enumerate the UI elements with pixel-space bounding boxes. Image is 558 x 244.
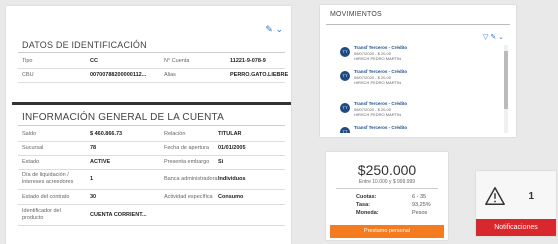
field-value: 01/01/2005 [218, 145, 246, 151]
movements-title: MOVIMIENTOS [330, 11, 382, 18]
field-value: Si [218, 159, 224, 165]
filter-edit-icon[interactable]: ▽ ✎ ⌄ [483, 33, 504, 41]
field-label: Identificador del producto [22, 208, 61, 221]
notification-count: 1 [528, 191, 534, 202]
account-info-title: INFORMACIÓN GENERAL DE LA CUENTA [22, 112, 224, 123]
movement-item[interactable]: TT Transf Terceros - Crédito 08/07/2020 … [340, 101, 490, 125]
field-value: TITULAR [218, 131, 242, 137]
account-row: Identificador del producto CUENTA CORRIE… [18, 205, 285, 226]
field-value: 1 [90, 176, 94, 182]
movement-item[interactable]: TT Transf Terceros - Crédito 08/07/2020 … [340, 69, 490, 93]
field-value: CUENTA CORRIENT... [90, 212, 147, 218]
divider [326, 24, 510, 25]
personal-loan-button[interactable]: Prestamo personal [330, 225, 444, 238]
account-row: Saldo $ 460.866.73 Relación TITULAR [18, 127, 285, 142]
field-label: Banca administradora [164, 176, 218, 182]
section-divider [12, 102, 291, 105]
field-value: Individuos [218, 176, 246, 182]
field-label: Sucursal [22, 145, 44, 151]
avatar: TT [340, 127, 350, 133]
ident-row: Tipo CC N° Cuenta 11221-9-078-9 [18, 54, 285, 69]
field-label: Alias [164, 72, 176, 78]
account-row: Estado del contrato 30 Actividad específ… [18, 190, 285, 205]
field-value: 11221-9-078-9 [230, 58, 266, 64]
movement-title: Transf Terceros - Crédito [354, 125, 408, 130]
field-label: Actividad específica [164, 194, 213, 200]
field-label: Relación [164, 131, 186, 137]
ident-row: CBU 00700788200000112... Alias PERRO.GAT… [18, 68, 289, 83]
loan-detail-value: 93,25% [412, 202, 431, 208]
field-value: CC [90, 58, 98, 64]
movement-name: HIRSCH PEDRO MARTIN [354, 80, 402, 85]
edit-tools-icon[interactable]: ✎ ⌄ [265, 24, 283, 35]
loan-detail-value: 6 - 35 [412, 194, 427, 200]
loan-offer-card: $250.000 Entre 10.000 y $ 999.999 Cuotas… [326, 152, 448, 240]
scrollbar-thumb[interactable] [504, 51, 508, 109]
identification-title: DATOS DE IDENTIFICACIÓN [22, 40, 147, 50]
field-value: 78 [90, 145, 97, 151]
field-value: 30 [90, 194, 97, 200]
notifications-button[interactable]: Notificaciones [476, 219, 556, 236]
avatar: TT [340, 71, 350, 81]
loan-range: Entre 10.000 y $ 999.999 [358, 179, 416, 185]
field-label: Tipo [22, 58, 33, 64]
field-label: Estado del contrato [22, 194, 70, 200]
loan-detail-label: Cuotas: [356, 194, 377, 200]
divider [18, 125, 285, 126]
movement-title: Transf Terceros - Crédito [354, 69, 408, 74]
field-label: Estado [22, 159, 40, 165]
loan-detail-value: Pesos [412, 210, 428, 216]
field-value: Consumo [218, 194, 244, 200]
scrollbar[interactable] [504, 45, 508, 133]
field-value: $ 460.866.73 [90, 131, 123, 137]
field-value: PERRO.GATO.LIEBRE [230, 72, 289, 78]
account-row: Estado ACTIVE Presenta embargo Si [18, 155, 285, 170]
movement-title: Transf Terceros - Crédito [354, 45, 408, 50]
loan-detail-label: Moneda: [356, 210, 379, 216]
field-value: 00700788200000112... [90, 72, 147, 78]
avatar: TT [340, 47, 350, 57]
account-row: Día de liquidación / intereses acreedore… [18, 169, 285, 190]
account-row: Sucursal 78 Fecha de apertura 01/01/2005 [18, 141, 285, 156]
movements-list[interactable]: TT Transf Terceros - Crédito 08/07/2020 … [340, 45, 512, 133]
movement-name: HIRSCH PEDRO MARTIN [354, 112, 402, 117]
movement-title: Transf Terceros - Crédito [354, 101, 408, 106]
field-label: CBU [22, 72, 34, 78]
avatar: TT [340, 103, 350, 113]
field-label: N° Cuenta [164, 58, 190, 64]
field-label: Saldo [22, 131, 37, 137]
movement-item[interactable]: TT Transf Terceros - Crédito [340, 125, 490, 133]
divider [18, 52, 285, 53]
field-label: Fecha de apertura [164, 145, 209, 151]
movements-card: MOVIMIENTOS ▽ ✎ ⌄ TT Transf Terceros - C… [320, 5, 516, 137]
movement-name: HIRSCH PEDRO MARTIN [354, 56, 402, 61]
field-value: ACTIVE [90, 159, 111, 165]
identification-card: ✎ ⌄ DATOS DE IDENTIFICACIÓN Tipo CC N° C… [6, 6, 291, 244]
field-label: Presenta embargo [164, 159, 210, 165]
loan-amount: $250.000 [357, 162, 417, 178]
field-label: Día de liquidación / intereses acreedore… [22, 172, 74, 185]
divider [336, 188, 438, 189]
notifications-card: 1 Notificaciones [476, 171, 556, 236]
loan-detail-label: Tasa: [356, 202, 370, 208]
movement-item[interactable]: TT Transf Terceros - Crédito 08/07/2020 … [340, 45, 490, 69]
warning-icon [485, 187, 505, 205]
